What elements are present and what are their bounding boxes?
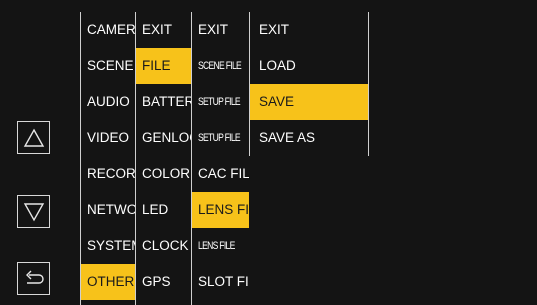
menu-item-network[interactable]: NETWORK — [81, 192, 135, 228]
menu-item-exit[interactable]: EXIT — [192, 12, 249, 48]
menu-item-setup-file-2[interactable]: SETUP FILE — [192, 120, 249, 156]
menu-column-others: EXIT FILE BATTERY GENLOCK COLOR LED CLOC… — [135, 12, 191, 305]
menu-item-genlock[interactable]: GENLOCK — [136, 120, 191, 156]
menu-item-cac-file[interactable]: CAC FILE — [192, 156, 249, 192]
menu-item-exit[interactable]: EXIT — [136, 12, 191, 48]
menu-item-file[interactable]: FILE — [136, 48, 191, 84]
menu-item-clock[interactable]: CLOCK — [136, 228, 191, 264]
menu-item-color[interactable]: COLOR — [136, 156, 191, 192]
return-arrow-icon — [25, 270, 44, 284]
menu-item-label: LENS FILE — [198, 240, 235, 252]
menu-item-camera[interactable]: CAMERA — [81, 12, 135, 48]
menu-item-others[interactable]: OTHERS — [81, 264, 135, 300]
scroll-up-button[interactable] — [17, 121, 50, 154]
menu-column-main: CAMERA SCENE AUDIO VIDEO RECORDING NETWO… — [80, 12, 135, 305]
menu-item-save-as[interactable]: SAVE AS — [250, 120, 368, 156]
menu-item-setup-file[interactable]: SETUP FILE — [192, 84, 249, 120]
menu-item-load[interactable]: LOAD — [250, 48, 368, 84]
menu-column-lens-file: EXIT LOAD SAVE SAVE AS — [249, 12, 369, 156]
menu-item-scene[interactable]: SCENE — [81, 48, 135, 84]
menu-item-video[interactable]: VIDEO — [81, 120, 135, 156]
menu-item-lens-file-2[interactable]: LENS FILE — [192, 228, 249, 264]
triangle-down-icon — [23, 202, 44, 221]
menu-item-lens-file[interactable]: LENS FILE — [192, 192, 249, 228]
menu-item-slot-file[interactable]: SLOT FILE — [192, 264, 249, 300]
menu-item-save[interactable]: SAVE — [250, 84, 368, 120]
menu-item-battery[interactable]: BATTERY — [136, 84, 191, 120]
menu-item-system[interactable]: SYSTEM — [81, 228, 135, 264]
menu-item-label: SETUP FILE — [198, 132, 241, 144]
menu-item-gps[interactable]: GPS — [136, 264, 191, 300]
menu-item-label: SETUP FILE — [198, 96, 241, 108]
triangle-up-icon — [23, 128, 44, 147]
back-button[interactable] — [17, 262, 50, 295]
menu-item-recording[interactable]: RECORDING — [81, 156, 135, 192]
menu-item-exit[interactable]: EXIT — [250, 12, 368, 48]
menu-item-audio[interactable]: AUDIO — [81, 84, 135, 120]
menu-item-led[interactable]: LED — [136, 192, 191, 228]
menu-column-file: EXIT SCENE FILE SETUP FILE SETUP FILE CA… — [191, 12, 249, 305]
menu-item-scene-file[interactable]: SCENE FILE — [192, 48, 249, 84]
scroll-down-button[interactable] — [17, 195, 50, 228]
menu-item-label: SCENE FILE — [198, 60, 242, 72]
